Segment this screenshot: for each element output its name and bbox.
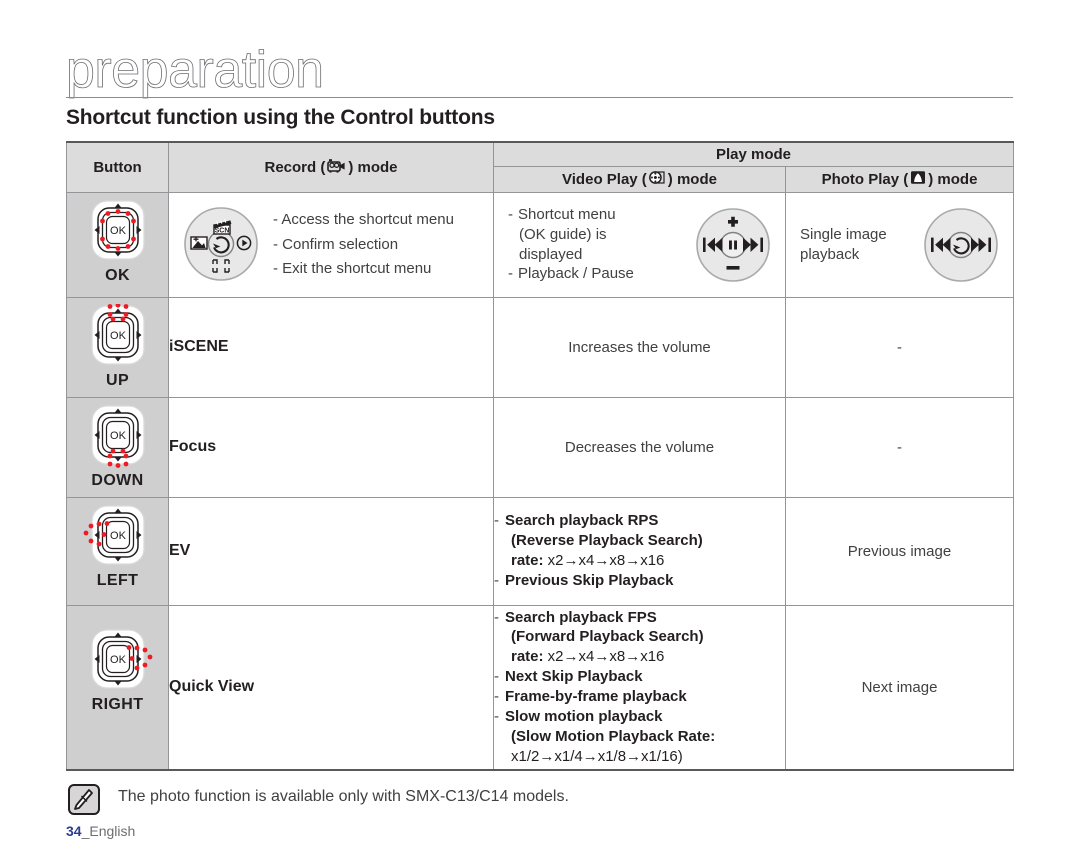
button-cell-down: OK DOWN	[66, 396, 169, 498]
button-cell-right: OK RIGHT	[66, 604, 169, 771]
table-row: OK	[66, 396, 1014, 498]
video-cell-down: Decreases the volume	[493, 396, 786, 498]
col-header-play-mode: Play mode	[493, 141, 1014, 167]
col-header-button: Button	[66, 141, 169, 193]
video-cell-right: - Search playback FPS (Forward Playback S…	[493, 604, 786, 771]
col-header-photo-play-mode: Photo Play ( ) mode	[785, 165, 1014, 193]
film-reel-icon	[648, 170, 666, 189]
video-ok-items: - Shortcut menu (OK guide) is displayed -…	[508, 205, 634, 283]
button-label: DOWN	[91, 471, 144, 489]
chapter-title: preparation	[66, 41, 325, 99]
skip-wheel-icon	[923, 207, 999, 283]
record-cell-right: Quick View	[168, 604, 494, 771]
svg-text:OK: OK	[110, 225, 127, 237]
col-header-video-play-mode: Video Play () mode	[493, 165, 786, 193]
chapter-header: preparation	[66, 44, 1013, 102]
button-cell-up: OK UP	[66, 296, 169, 398]
button-cell-left: OK LEFT	[66, 496, 169, 606]
record-ok-items: - Access the shortcut menu - Confirm sel…	[273, 210, 454, 278]
note-pen-icon	[68, 784, 100, 820]
page-footer: 34_English	[66, 823, 135, 839]
photo-cell-right: Next image	[785, 604, 1014, 771]
svg-text:OK: OK	[110, 330, 127, 342]
page-language: _English	[81, 823, 136, 839]
manual-page: preparation Shortcut function using the …	[0, 0, 1080, 868]
svg-text:SCN: SCN	[215, 228, 230, 235]
record-cell-ok: SCN - Access the shortcut menu - Confirm…	[168, 191, 494, 298]
video-cell-left: - Search playback RPS (Reverse Playback S…	[493, 496, 786, 606]
table-row: OK	[66, 604, 1014, 771]
dpad-left-icon: OK	[82, 504, 154, 570]
dpad-right-icon: OK	[82, 628, 154, 694]
page-number: 34	[66, 823, 82, 839]
dpad-ok-icon: OK	[82, 199, 154, 265]
button-label: LEFT	[96, 571, 139, 589]
dpad-up-icon: OK	[82, 303, 154, 370]
svg-text:OK: OK	[110, 530, 127, 542]
photo-cell-up: -	[785, 296, 1014, 398]
camcorder-icon	[327, 158, 346, 177]
shortcut-function-table: Button Record () mode Play mode Video P…	[66, 141, 1014, 771]
section-title: Shortcut function using the Control butt…	[66, 106, 495, 129]
video-right-items: - Search playback FPS (Forward Playback S…	[494, 608, 716, 766]
svg-text:OK: OK	[110, 430, 127, 442]
record-cell-down: Focus	[168, 396, 494, 498]
video-left-items: - Search playback RPS (Reverse Playback S…	[494, 512, 703, 589]
button-label: UP	[105, 371, 130, 389]
table-header-row-1: Button Record () mode Play mode	[66, 141, 1014, 193]
photo-ok-text: Single image playback	[800, 225, 887, 263]
button-label: RIGHT	[91, 695, 144, 713]
playpause-wheel-icon	[695, 207, 771, 283]
photo-cell-ok: Single image playback	[785, 191, 1014, 298]
record-cell-up: iSCENE	[168, 296, 494, 398]
table-row: OK	[66, 496, 1014, 606]
footnote-text: The photo function is available only wit…	[118, 788, 569, 805]
table-row: OK	[66, 296, 1014, 398]
video-cell-up: Increases the volume	[493, 296, 786, 398]
dpad-down-icon: OK	[82, 404, 154, 470]
svg-text:OK: OK	[110, 654, 127, 666]
photo-cell-left: Previous image	[785, 496, 1014, 606]
button-label: OK	[105, 266, 130, 284]
record-cell-left: EV	[168, 496, 494, 606]
photo-cell-down: -	[785, 396, 1014, 498]
footnote: The photo function is available only wit…	[68, 784, 569, 820]
table-row: OK	[66, 191, 1014, 298]
button-cell-ok: OK OK	[66, 191, 169, 298]
col-header-record-mode: Record ( ) mode	[168, 141, 494, 193]
photo-icon	[910, 170, 926, 189]
video-cell-ok: - Shortcut menu (OK guide) is displayed -…	[493, 191, 786, 298]
header-rule	[66, 97, 1013, 98]
shortcut-wheel-icon: SCN	[183, 206, 259, 282]
